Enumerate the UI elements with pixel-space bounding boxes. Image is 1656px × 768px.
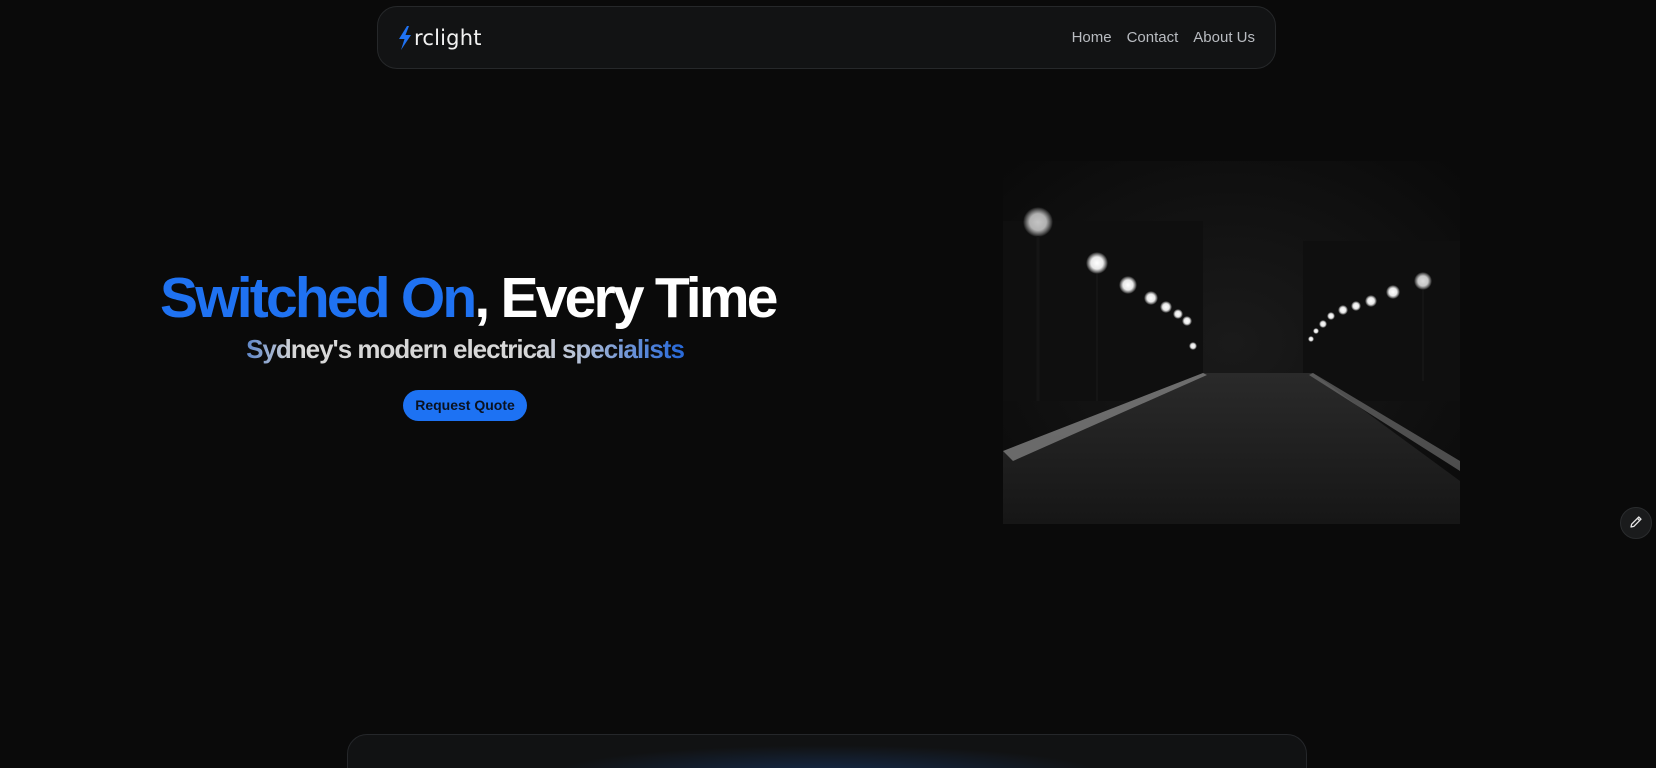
- hero-subtitle: Sydney's modern electrical specialists: [160, 332, 770, 366]
- request-quote-button[interactable]: Request Quote: [403, 390, 527, 421]
- bottom-card: [347, 734, 1307, 768]
- hero-section: Switched On, Every Time Sydney's modern …: [160, 262, 778, 421]
- hero-image-street-lights: [1003, 161, 1460, 524]
- brand-name: rclight: [414, 25, 482, 50]
- hero-title-rest: , Every Time: [474, 266, 778, 330]
- nav-link-about-us[interactable]: About Us: [1193, 29, 1255, 46]
- hero-title: Switched On, Every Time: [160, 262, 778, 334]
- brand-logo[interactable]: rclight: [397, 25, 482, 50]
- lightning-bolt-icon: [397, 25, 413, 50]
- nav-links: Home Contact About Us: [1072, 29, 1255, 46]
- bottom-card-glow: [548, 745, 1108, 768]
- page: rclight Home Contact About Us Switched O…: [0, 0, 1656, 768]
- navbar: rclight Home Contact About Us: [377, 6, 1276, 69]
- nav-link-home[interactable]: Home: [1072, 29, 1112, 46]
- hero-title-accent: Switched On: [160, 266, 477, 330]
- nav-link-contact[interactable]: Contact: [1127, 29, 1179, 46]
- edit-button[interactable]: [1620, 507, 1652, 539]
- pencil-icon: [1629, 515, 1643, 532]
